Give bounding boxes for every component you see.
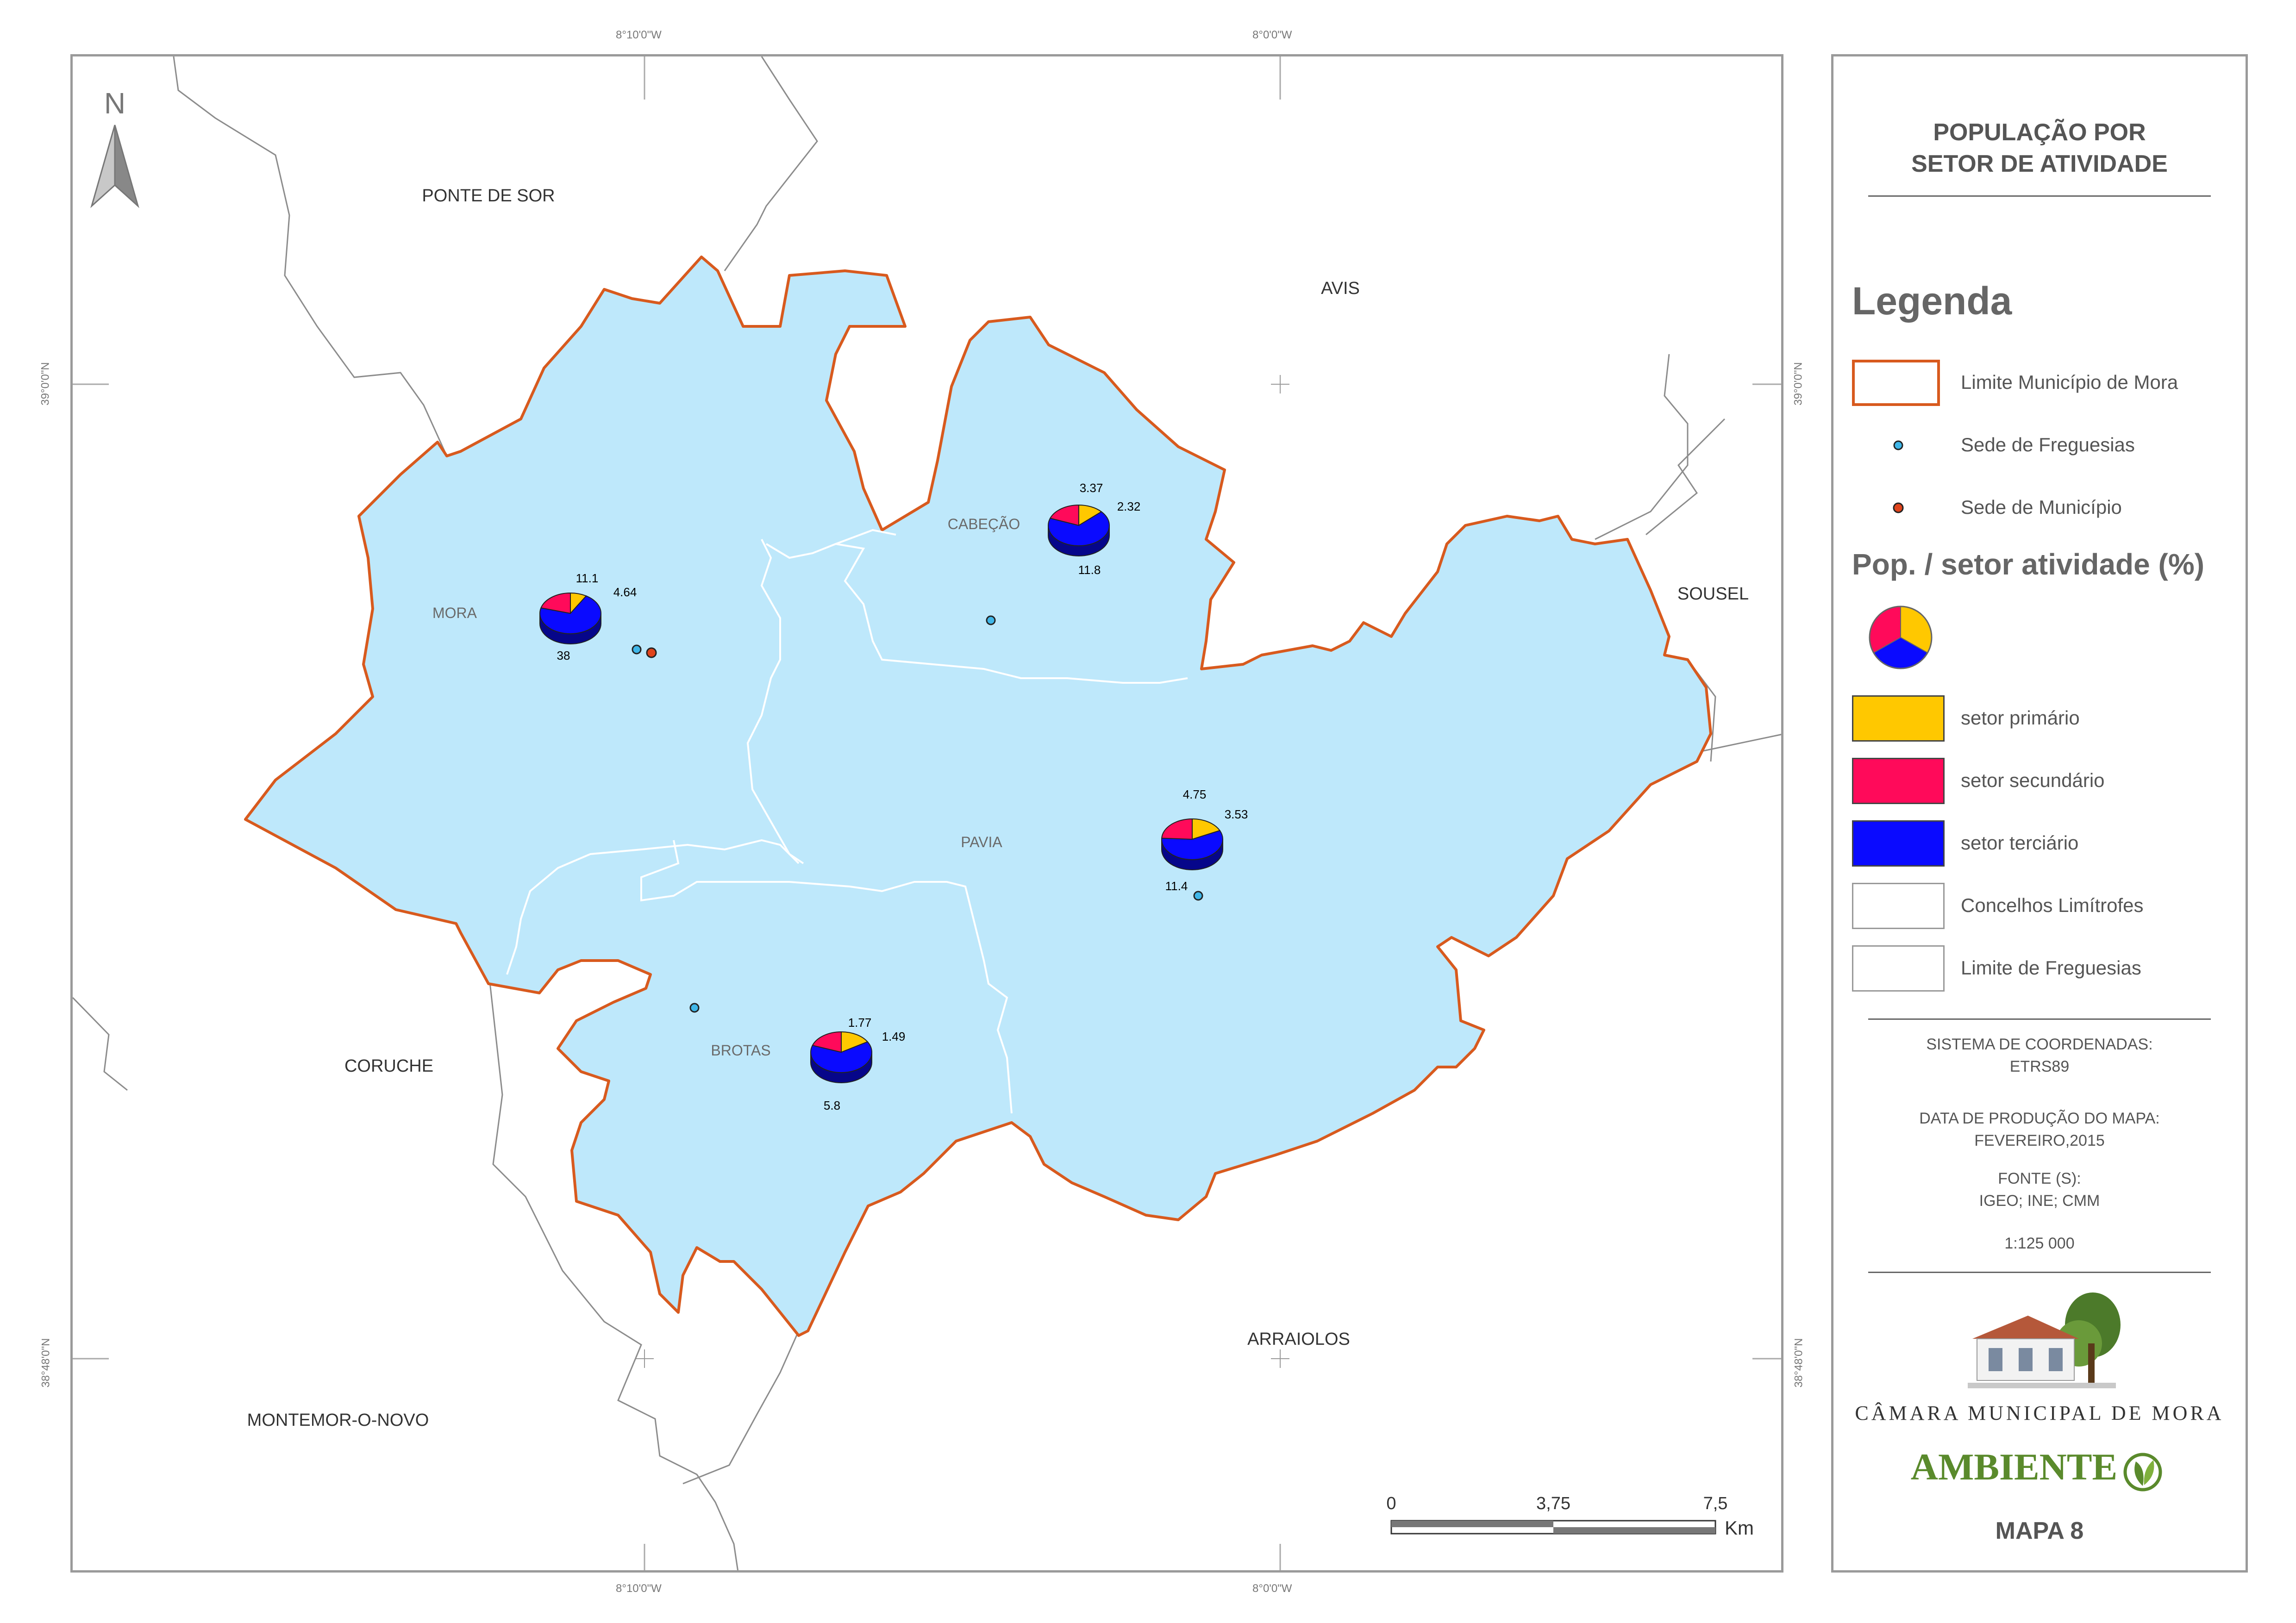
north-arrow: N — [90, 87, 139, 208]
legend-panel: POPULAÇÃO POR SETOR DE ATIVIDADE Legenda… — [1831, 54, 2248, 1573]
label-concelhos-limitrofes: Concelhos Limítrofes — [1961, 894, 2144, 916]
divider-3 — [1868, 1272, 2211, 1273]
pie-label-terciario: 11.8 — [1078, 563, 1101, 577]
pie-label-primario: 3.53 — [1225, 807, 1248, 821]
ambiente-logo: AMBIENTE — [1833, 1445, 2246, 1492]
legend-item-concelhos-limitrofes: Concelhos Limítrofes — [1852, 883, 2232, 929]
scale-bar: 0 3,75 7,5 Km — [1386, 1494, 1754, 1539]
coord-top-1: 8°10'0"W — [616, 29, 662, 41]
label-setor-primario: setor primário — [1961, 707, 2080, 729]
north-arrow-right-icon — [114, 125, 139, 208]
legend-item-sede-freguesias: Sede de Freguesias — [1852, 422, 2232, 468]
label-avis: AVIS — [1321, 279, 1360, 298]
coord-bottom-2: 8°0'0"W — [1252, 1582, 1292, 1595]
label-montemor-o-novo: MONTEMOR-O-NOVO — [247, 1411, 429, 1430]
pie-label-primario: 1.49 — [882, 1030, 906, 1043]
sede-freguesia-pavia — [1193, 891, 1203, 901]
primario-swatch — [1852, 695, 1945, 742]
label-setor-secundario: setor secundário — [1961, 769, 2105, 791]
pie-label-terciario: 11.4 — [1165, 879, 1188, 893]
legend-item-setor-primario: setor primário — [1852, 695, 2232, 742]
terciario-swatch — [1852, 820, 1945, 867]
divider-1 — [1868, 195, 2211, 197]
town-hall-logo-icon — [1968, 1292, 2121, 1388]
source: FONTE (S): IGEO; INE; CMM — [1833, 1167, 2246, 1212]
production-date: DATA DE PRODUÇÃO DO MAPA: FEVEREIRO,2015 — [1833, 1107, 2246, 1152]
leaf-icon — [2123, 1453, 2162, 1492]
pie-label-primario: 2.32 — [1117, 499, 1141, 513]
coord-system-label: SISTEMA DE COORDENADAS: — [1926, 1036, 2153, 1053]
label-ponte-de-sor: PONTE DE SOR — [422, 186, 555, 206]
source-label: FONTE (S): — [1998, 1170, 2081, 1187]
secundario-swatch — [1852, 758, 1945, 804]
label-coruche: CORUCHE — [344, 1056, 433, 1076]
label-pavia: PAVIA — [961, 834, 1002, 850]
source-value: IGEO; INE; CMM — [1979, 1192, 2100, 1210]
legend-item-setor-terciario: setor terciário — [1852, 820, 2232, 867]
sede-freguesia-cabecao — [986, 615, 996, 625]
legend-item-limite-freguesias: Limite de Freguesias — [1852, 945, 2232, 992]
north-arrow-left-icon — [90, 125, 116, 208]
logo-text: CÂMARA MUNICIPAL DE MORA — [1855, 1402, 2224, 1424]
pie-label-primario: 4.64 — [613, 585, 637, 599]
label-sede-freguesias: Sede de Freguesias — [1961, 434, 2135, 456]
pie-cabeção — [1048, 504, 1110, 556]
sede-freguesia-brotas — [689, 1003, 700, 1013]
coord-right-1: 39°0'0"N — [1792, 362, 1805, 406]
label-mora: MORA — [432, 605, 477, 621]
coord-system-value: ETRS89 — [2009, 1058, 2070, 1075]
scale-tick-1: 3,75 — [1536, 1494, 1570, 1513]
label-limite-freguesias: Limite de Freguesias — [1961, 957, 2141, 979]
map-canvas: PONTE DE SOR AVIS SOUSEL CORUCHE ARRAIOL… — [73, 56, 1781, 1570]
label-cabecao: CABEÇÃO — [948, 516, 1020, 532]
map-title: POPULAÇÃO POR SETOR DE ATIVIDADE — [1833, 117, 2246, 180]
production-date-label: DATA DE PRODUÇÃO DO MAPA: — [1919, 1110, 2160, 1127]
divider-2 — [1868, 1018, 2211, 1020]
sede-municipio-mora — [646, 647, 657, 658]
pie-label-terciario: 5.8 — [824, 1099, 840, 1112]
label-sousel: SOUSEL — [1677, 584, 1749, 604]
map-number: MAPA 8 — [1995, 1517, 2084, 1544]
pop-heading: Pop. / setor atividade (%) — [1852, 548, 2205, 581]
coord-left-2: 38°48'0"N — [39, 1338, 52, 1388]
pie-label-secundario: 4.75 — [1183, 787, 1207, 801]
coord-left-1: 39°0'0"N — [39, 362, 52, 406]
label-brotas: BROTAS — [711, 1042, 770, 1059]
pie-legend-icon — [1869, 606, 1933, 669]
pie-label-terciario: 38 — [557, 649, 570, 662]
scale-tick-2: 7,5 — [1703, 1494, 1728, 1513]
pie-label-secundario: 11.1 — [576, 571, 599, 585]
map-frame: PONTE DE SOR AVIS SOUSEL CORUCHE ARRAIOL… — [70, 54, 1783, 1573]
label-arraiolos: ARRAIOLOS — [1247, 1330, 1350, 1349]
pie-label-secundario: 1.77 — [848, 1016, 872, 1030]
coord-top-2: 8°0'0"W — [1252, 29, 1292, 41]
label-setor-terciario: setor terciário — [1961, 832, 2079, 854]
ambiente-text: AMBIENTE — [1910, 1446, 2118, 1488]
legend-item-limite-municipio: Limite Município de Mora — [1852, 360, 2232, 406]
pie-mora — [539, 592, 601, 644]
production-date-value: FEVEREIRO,2015 — [1974, 1132, 2105, 1149]
map-scale: 1:125 000 — [2004, 1235, 2075, 1252]
coord-right-2: 38°48'0"N — [1792, 1338, 1805, 1388]
pie-pavia — [1161, 818, 1223, 870]
legend-item-setor-secundario: setor secundário — [1852, 758, 2232, 804]
sede-freguesia-mora — [632, 644, 642, 655]
coord-system: SISTEMA DE COORDENADAS: ETRS89 — [1833, 1033, 2246, 1078]
scale-unit: Km — [1725, 1517, 1754, 1539]
legend-heading: Legenda — [1852, 279, 2012, 323]
pie-brotas — [810, 1031, 872, 1083]
freguesias-swatch — [1852, 945, 1945, 992]
municipality-mora — [244, 256, 1712, 1337]
legend-item-sede-municipio: Sede de Município — [1852, 485, 2232, 531]
coord-bottom-1: 8°10'0"W — [616, 1582, 662, 1595]
scale-tick-0: 0 — [1386, 1494, 1396, 1513]
pie-label-secundario: 3.37 — [1080, 481, 1103, 495]
label-limite-municipio: Limite Município de Mora — [1961, 371, 2178, 393]
map-title-line2: SETOR DE ATIVIDADE — [1911, 150, 2168, 177]
concelhos-swatch — [1852, 883, 1945, 929]
north-label: N — [104, 87, 125, 120]
label-sede-municipio: Sede de Município — [1961, 496, 2122, 518]
map-title-line1: POPULAÇÃO POR — [1933, 119, 2146, 146]
limite-municipio-swatch — [1852, 360, 1940, 406]
